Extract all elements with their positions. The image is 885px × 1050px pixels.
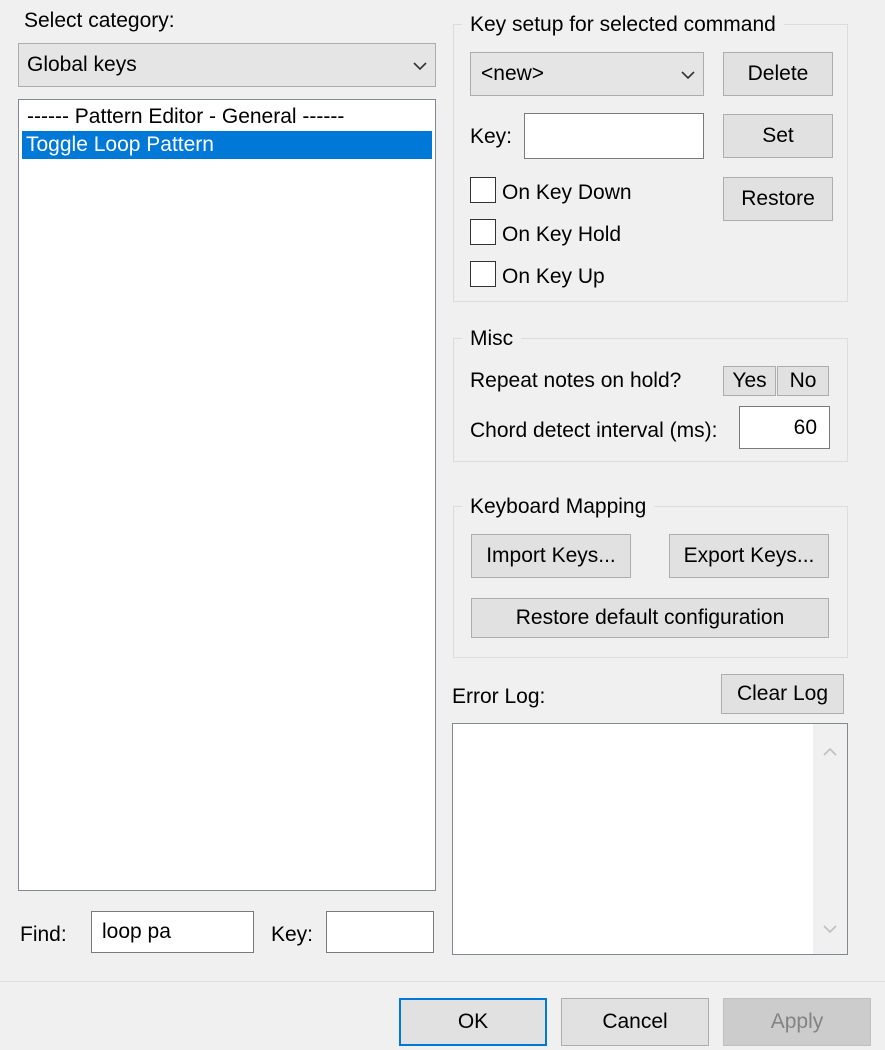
repeat-notes-label: Repeat notes on hold?: [470, 369, 682, 392]
misc-title: Misc: [462, 328, 522, 349]
key-setup-combo[interactable]: <new>: [470, 52, 704, 96]
clear-log-button[interactable]: Clear Log: [721, 674, 844, 714]
no-button[interactable]: No: [777, 366, 829, 396]
category-selected-value: Global keys: [27, 53, 137, 76]
list-item-selected[interactable]: Toggle Loop Pattern: [22, 131, 432, 159]
chevron-up-icon[interactable]: [823, 738, 837, 762]
chord-interval-label: Chord detect interval (ms):: [470, 419, 718, 442]
chevron-down-icon: [681, 62, 695, 86]
on-key-hold-checkbox[interactable]: [470, 219, 496, 245]
import-keys-button[interactable]: Import Keys...: [471, 534, 631, 578]
on-key-down-checkbox[interactable]: [470, 177, 496, 203]
keyboard-mapping-title: Keyboard Mapping: [462, 496, 655, 517]
restore-default-button[interactable]: Restore default configuration: [471, 598, 829, 638]
on-key-hold-label: On Key Hold: [502, 223, 622, 246]
on-key-down-label: On Key Down: [502, 181, 632, 204]
find-label: Find:: [20, 923, 67, 946]
key-setup-title: Key setup for selected command: [462, 14, 784, 35]
category-label: Select category:: [24, 9, 175, 32]
category-select[interactable]: Global keys: [18, 43, 436, 87]
key-setup-combo-value: <new>: [481, 62, 545, 85]
find-key-input[interactable]: [326, 911, 434, 953]
error-log-label: Error Log:: [452, 685, 546, 708]
delete-button[interactable]: Delete: [723, 52, 833, 96]
find-input[interactable]: [91, 911, 254, 953]
on-key-up-label: On Key Up: [502, 265, 605, 288]
set-button[interactable]: Set: [723, 114, 833, 158]
find-key-label: Key:: [271, 923, 314, 946]
error-log-scrollbar[interactable]: [813, 724, 847, 954]
list-item[interactable]: ------ Pattern Editor - General ------: [22, 103, 432, 131]
chevron-down-icon[interactable]: [823, 916, 837, 940]
restore-button[interactable]: Restore: [723, 177, 833, 221]
export-keys-button[interactable]: Export Keys...: [669, 534, 829, 578]
error-log-textarea[interactable]: [452, 723, 848, 955]
command-list[interactable]: ------ Pattern Editor - General ------ T…: [18, 99, 436, 891]
key-setup-key-input[interactable]: [524, 113, 704, 159]
on-key-up-checkbox[interactable]: [470, 261, 496, 287]
yes-button[interactable]: Yes: [723, 366, 776, 396]
apply-button[interactable]: Apply: [723, 998, 871, 1046]
cancel-button[interactable]: Cancel: [561, 998, 709, 1046]
footer-divider: [0, 981, 885, 982]
ok-button[interactable]: OK: [399, 998, 547, 1046]
chord-interval-input[interactable]: [739, 406, 830, 449]
chevron-down-icon: [413, 53, 427, 77]
key-setup-key-label: Key:: [470, 125, 513, 148]
